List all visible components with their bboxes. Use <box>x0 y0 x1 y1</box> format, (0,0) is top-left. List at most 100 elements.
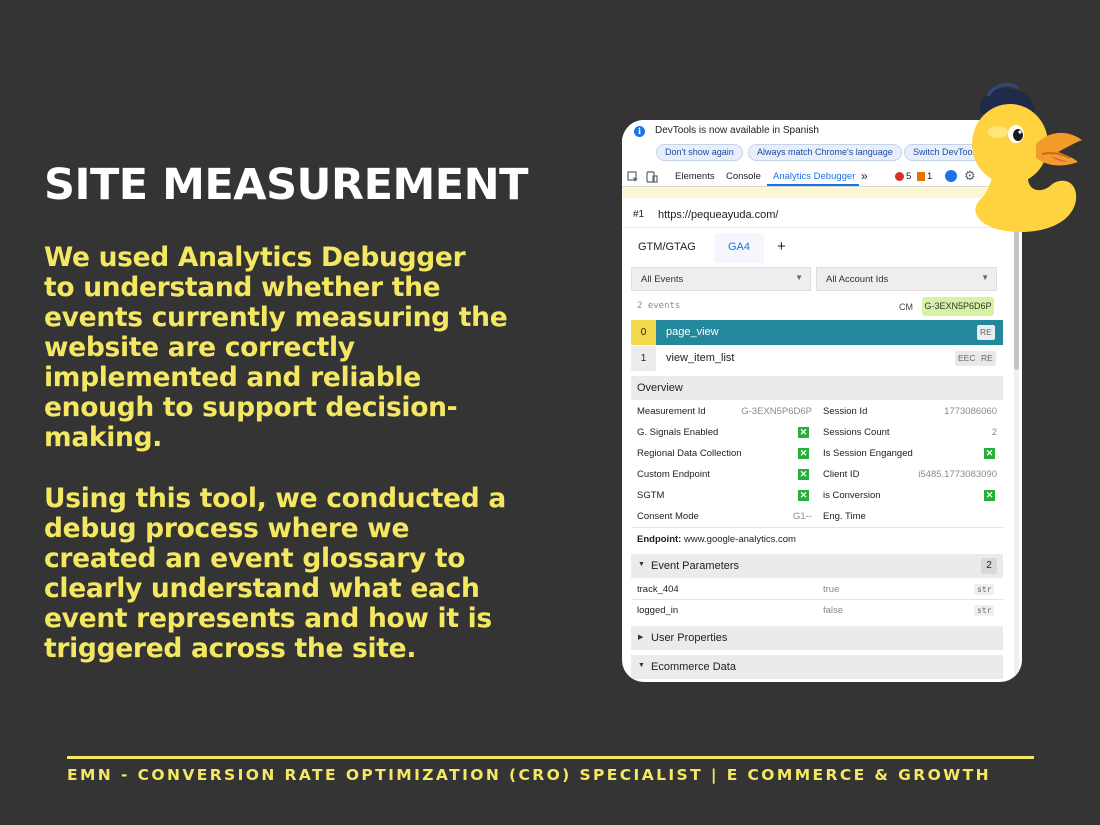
warning-count[interactable]: 1 <box>927 171 932 182</box>
tracker-tabs: GTM/GTAG GA4 + <box>622 233 1014 263</box>
overview-label: Regional Data Collection <box>637 448 742 459</box>
page-url-row[interactable]: #1 https://pequeayuda.com/ <box>622 202 1014 228</box>
overview-label: Measurement Id <box>637 406 706 417</box>
check-icon: ✕ <box>798 427 809 438</box>
tab-gtm-gtag[interactable]: GTM/GTAG <box>638 241 696 253</box>
extension-icon[interactable] <box>945 170 957 182</box>
event-name: page_view <box>666 326 719 338</box>
event-tag: RE <box>977 325 995 340</box>
user-properties-title: User Properties <box>651 632 728 644</box>
event-parameters-title: Event Parameters <box>651 560 740 572</box>
overview-value: 1773086060 <box>944 406 997 417</box>
caret-down-icon: ▼ <box>638 662 645 669</box>
check-icon: ✕ <box>798 448 809 459</box>
endpoint-row: Endpoint: www.google-analytics.com <box>637 534 796 545</box>
chevron-down-icon: ▼ <box>795 273 803 282</box>
error-icon <box>895 172 904 181</box>
paragraph-line: implemented and reliable <box>44 362 421 393</box>
endpoint-value: www.google-analytics.com <box>683 534 796 545</box>
events-count: 2 events <box>637 301 681 311</box>
paragraph-line: events currently measuring the <box>44 302 508 333</box>
dont-show-again-button[interactable]: Don't show again <box>656 144 743 161</box>
event-parameters-header[interactable]: ▼ Event Parameters 2 <box>631 554 1003 578</box>
paragraph-line: Using this tool, we conducted a <box>44 483 506 514</box>
footer-text: EMN - CONVERSION RATE OPTIMIZATION (CRO)… <box>67 766 991 784</box>
tab-analytics-debugger[interactable]: Analytics Debugger <box>773 171 855 182</box>
slide-title: SITE MEASUREMENT <box>44 160 528 210</box>
overview-label: Custom Endpoint <box>637 469 710 480</box>
overview-value: G1-- <box>793 511 812 522</box>
tab-elements[interactable]: Elements <box>675 171 715 182</box>
overview-label: Sessions Count <box>823 427 890 438</box>
event-row[interactable]: 1 view_item_list EEC RE <box>631 346 1003 371</box>
paragraph-debug-process: Using this tool, we conducted a debug pr… <box>44 484 506 664</box>
event-tag: RE <box>978 351 996 366</box>
event-tag: EEC <box>955 351 979 366</box>
paragraph-analytics-debugger: We used Analytics Debugger to understand… <box>44 242 508 453</box>
paragraph-line: event represents and how it is <box>44 603 492 634</box>
overview-title: Overview <box>637 382 683 394</box>
event-index: 1 <box>631 346 656 371</box>
parameter-type: str <box>974 584 995 595</box>
tab-ga4[interactable]: GA4 <box>728 241 750 253</box>
overview-label: Consent Mode <box>637 511 699 522</box>
tab-console[interactable]: Console <box>726 171 761 182</box>
paragraph-line: enough to support decision- <box>44 392 458 423</box>
duck-mascot-icon <box>972 83 1082 232</box>
overview-header[interactable]: Overview <box>631 376 1003 400</box>
event-index: 0 <box>631 320 656 345</box>
parameter-name: track_404 <box>637 584 679 595</box>
check-icon: ✕ <box>984 448 995 459</box>
event-row[interactable]: 0 page_view RE <box>631 320 1003 345</box>
chevron-down-icon: ▼ <box>981 273 989 282</box>
paragraph-line: created an event glossary to <box>44 543 466 574</box>
overview-value: G-3EXN5P6D6P <box>741 406 812 417</box>
inspect-element-icon[interactable] <box>627 171 639 183</box>
page-url: https://pequeayuda.com/ <box>658 209 779 221</box>
more-tabs-button[interactable]: » <box>861 169 868 183</box>
caret-down-icon: ▼ <box>638 561 645 568</box>
endpoint-label: Endpoint: <box>637 534 682 545</box>
overview-label: Eng. Time <box>823 511 866 522</box>
info-icon: i <box>634 126 645 137</box>
overview-label: Client ID <box>823 469 860 480</box>
accounts-filter-select[interactable]: All Account Ids ▼ <box>816 267 997 291</box>
ecommerce-data-header[interactable]: ▼ Ecommerce Data <box>631 655 1003 679</box>
parameter-value: false <box>823 605 844 616</box>
divider <box>631 599 1003 600</box>
user-properties-header[interactable]: ▶ User Properties <box>631 626 1003 650</box>
paragraph-line: We used Analytics Debugger <box>44 242 466 273</box>
overview-value: i5485.1773083090 <box>918 469 997 480</box>
check-icon: ✕ <box>798 490 809 501</box>
events-filter-value: All Events <box>641 274 684 285</box>
page-index: #1 <box>633 209 645 220</box>
paragraph-line: debug process where we <box>44 513 410 544</box>
accounts-filter-value: All Account Ids <box>826 274 889 285</box>
check-icon: ✕ <box>798 469 809 480</box>
paragraph-line: clearly understand what each <box>44 573 480 604</box>
events-filter-select[interactable]: All Events ▼ <box>631 267 811 291</box>
parameter-type: str <box>974 605 995 616</box>
event-parameters-count: 2 <box>981 558 997 574</box>
check-icon: ✕ <box>984 490 995 501</box>
ecommerce-data-title: Ecommerce Data <box>651 661 736 673</box>
error-count[interactable]: 5 <box>906 171 911 182</box>
scrollbar-thumb[interactable] <box>1014 220 1019 370</box>
overview-value: 2 <box>991 427 997 438</box>
paragraph-line: to understand whether the <box>44 272 441 303</box>
footer-divider <box>67 756 1034 759</box>
paragraph-line: triggered across the site. <box>44 633 417 664</box>
device-toolbar-icon[interactable] <box>646 171 658 183</box>
add-tab-button[interactable]: + <box>777 238 786 255</box>
overview-label: is Conversion <box>823 490 881 501</box>
overview-label: Session Id <box>823 406 868 417</box>
match-chrome-language-button[interactable]: Always match Chrome's language <box>748 144 902 161</box>
parameter-name: logged_in <box>637 605 679 616</box>
overview-label: SGTM <box>637 490 665 501</box>
active-tab-indicator <box>767 184 859 186</box>
warning-icon <box>917 172 925 181</box>
infobar-message: DevTools is now available in Spanish <box>655 125 819 136</box>
event-name: view_item_list <box>666 352 735 364</box>
caret-right-icon: ▶ <box>638 634 644 641</box>
paragraph-line: making. <box>44 422 163 453</box>
